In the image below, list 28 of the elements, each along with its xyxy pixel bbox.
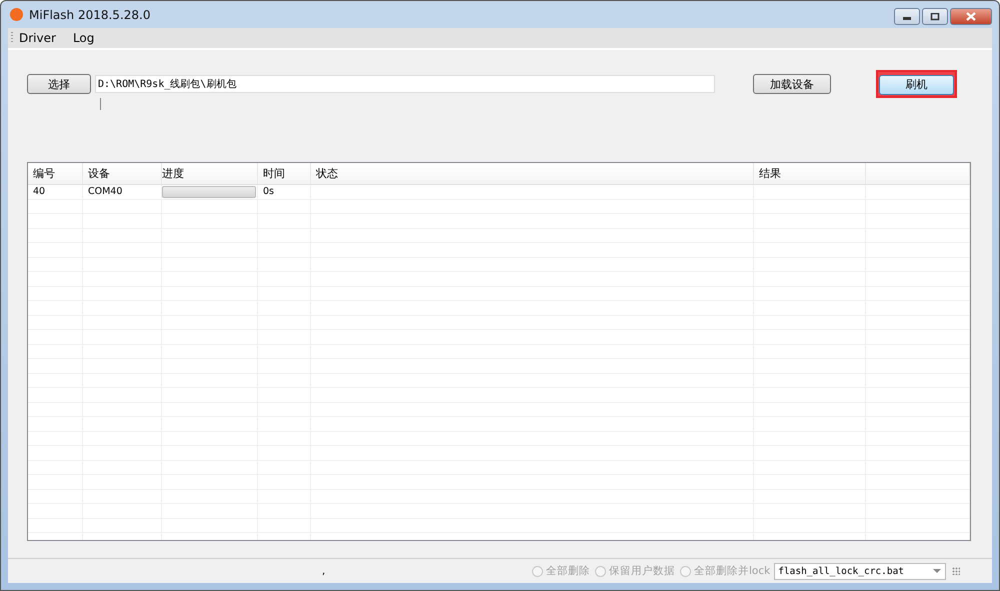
column-header[interactable]: 进度 <box>162 163 258 184</box>
option-label: 全部删除 <box>546 564 590 578</box>
flash-button[interactable]: 刷机 <box>879 74 954 95</box>
close-button[interactable] <box>950 8 992 25</box>
column-header[interactable]: 状态 <box>311 163 754 184</box>
path-field[interactable]: D:\ROM\R9sk_线刷包\刷机包 <box>95 75 715 93</box>
load-devices-button[interactable]: 加载设备 <box>753 74 831 94</box>
column-header[interactable]: 结果 <box>754 163 866 184</box>
script-dropdown[interactable]: flash_all_lock_crc.bat <box>774 562 946 580</box>
table-cell: 40 <box>28 185 83 198</box>
maximize-icon <box>929 12 941 20</box>
select-button[interactable]: 选择 <box>27 74 91 94</box>
maximize-button[interactable] <box>922 8 948 25</box>
resize-grip-icon <box>952 567 960 575</box>
option-label: 保留用户数据 <box>609 564 675 578</box>
window-title: MiFlash 2018.5.28.0 <box>29 8 152 22</box>
caret-icon <box>933 569 942 573</box>
minimize-button[interactable] <box>894 8 920 25</box>
table-cell: 0s <box>258 185 311 198</box>
column-header[interactable]: 时间 <box>258 163 311 184</box>
menu-item[interactable]: Log <box>72 31 94 45</box>
status-text: , <box>322 566 326 576</box>
column-header[interactable]: 设备 <box>83 163 162 184</box>
menu-item[interactable]: Driver <box>19 31 56 45</box>
close-icon <box>965 12 977 21</box>
column-header[interactable]: 编号 <box>28 163 83 184</box>
option-label: 全部删除并lock <box>694 564 770 578</box>
app-icon <box>10 8 23 21</box>
